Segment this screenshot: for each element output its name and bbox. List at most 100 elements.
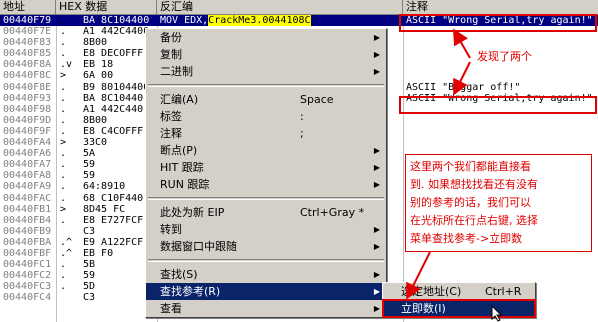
submenu-arrow-icon: ▶ [373, 287, 380, 296]
row-address: 00440FC3 [3, 281, 52, 293]
row-marker: . [60, 159, 67, 171]
row-marker: . [60, 15, 67, 26]
row-marker: . [60, 125, 67, 137]
row-hex: E8 DECOFFF [83, 48, 144, 60]
header-disasm[interactable]: 反汇编 [157, 0, 403, 14]
row-address: 00440F85 [3, 48, 52, 60]
menu-item-label: 二进制 [160, 65, 193, 78]
submenu-highlight-box [382, 299, 536, 318]
row-address: 00440FB4 [3, 214, 52, 226]
header-hex[interactable]: HEX 数据 [56, 0, 157, 14]
row-hex: BA 8C10440 [83, 92, 144, 104]
menu-item-shortcut: Space [300, 93, 334, 106]
row-hex: 33C0 [83, 137, 108, 149]
row-hex: 8D45 FC [83, 203, 126, 215]
row-hex: C3 [83, 225, 96, 237]
menu-item[interactable]: 断点(P) ▶ [146, 142, 386, 159]
row-marker: > [60, 137, 67, 149]
annotation-box [405, 154, 592, 252]
menu-item[interactable]: 注释; [146, 125, 386, 142]
row-address: 00440FA8 [3, 170, 52, 182]
mouse-cursor-icon [491, 305, 503, 322]
menu-item-label: 查看 [160, 302, 182, 315]
row-marker: . [60, 270, 67, 282]
menu-item-label: 注释 [160, 127, 182, 140]
row-marker: . [60, 37, 67, 49]
menu-item[interactable]: 汇编(A) Space [146, 91, 386, 108]
row-marker: . [60, 181, 67, 193]
row-address: 00440FBA [3, 236, 52, 248]
row-address: 00440F83 [3, 37, 52, 49]
row-hex: 5A [83, 148, 96, 160]
row-hex: E9 A122FCF [83, 236, 144, 248]
menu-item-shortcut: : [300, 110, 304, 123]
menu-item[interactable]: 二进制 ▶ [146, 63, 386, 80]
menu-item-label: 查找(S) [160, 268, 198, 281]
row-marker: . [60, 214, 67, 226]
row-marker: . [60, 81, 67, 93]
menu-item[interactable]: 查找参考(R) ▶ [146, 283, 386, 300]
row-marker: . [60, 92, 67, 104]
row-marker: . [60, 192, 67, 204]
row-hex: EB F0 [83, 247, 114, 259]
row-address: 00440F93 [3, 92, 52, 104]
submenu-item[interactable]: 选定地址(C) Ctrl+R [383, 283, 535, 300]
row-hex: 59 [83, 170, 96, 182]
row-hex: A1 442C4400 [83, 26, 150, 38]
submenu-arrow-icon: ▶ [373, 146, 380, 155]
row-address: 00440F8C [3, 70, 52, 82]
menu-item-label: 查找参考(R) [160, 285, 221, 298]
row-address: 00440FB9 [3, 225, 52, 237]
row-address: 00440FBF [3, 247, 52, 259]
menu-item[interactable]: 备份 ▶ [146, 29, 386, 46]
row-marker: .v [60, 59, 73, 71]
menu-item-label: 数据窗口中跟随 [160, 240, 237, 253]
row-disassembly: MOV EDX,CrackMe3.0044108C [160, 15, 311, 26]
comment-highlight-box [399, 14, 597, 32]
menu-item[interactable]: HIT 跟踪 ▶ [146, 159, 386, 176]
row-marker: . [60, 114, 67, 126]
row-address: 00440F9D [3, 114, 52, 126]
row-hex: E8 E727FCF [83, 214, 144, 226]
row-address: 00440FA6 [3, 148, 52, 160]
menu-item-label: 此处为新 EIP [160, 206, 225, 219]
menu-item-label: 复制 [160, 48, 182, 61]
menu-item[interactable]: 查看 ▶ [146, 300, 386, 317]
row-address: 00440F98 [3, 103, 52, 115]
row-address: 00440FB1 [3, 203, 52, 215]
submenu-arrow-icon: ▶ [373, 50, 380, 59]
row-hex: 6A 00 [83, 70, 114, 82]
row-hex: 5B [83, 259, 96, 271]
menu-item[interactable]: 数据窗口中跟随 ▶ [146, 238, 386, 255]
row-address: 00440F8E [3, 81, 52, 93]
menu-item[interactable]: 转到 ▶ [146, 221, 386, 238]
row-hex: BA 8C104400 [83, 15, 150, 26]
submenu-item-shortcut: Ctrl+R [485, 285, 522, 298]
menu-item-shortcut: ; [300, 127, 304, 140]
row-address: 00440FC4 [3, 292, 52, 304]
menu-item-shortcut: Ctrl+Gray * [300, 206, 365, 219]
row-address: 00440FA7 [3, 159, 52, 171]
menu-item[interactable]: RUN 跟踪 ▶ [146, 176, 386, 193]
menu-item[interactable]: 标签: [146, 108, 386, 125]
submenu-arrow-icon: ▶ [373, 33, 380, 42]
menu-item-label: 备份 [160, 31, 182, 44]
row-hex: 8B00 [83, 37, 108, 49]
menu-item-label: 断点(P) [160, 144, 198, 157]
disasm-highlight: CrackMe3.0044108C [208, 15, 311, 26]
row-marker: . [60, 148, 67, 160]
menu-item[interactable]: 查找(S) ▶ [146, 266, 386, 283]
menu-item[interactable]: 复制 ▶ [146, 46, 386, 63]
menu-item-label: 汇编(A) [160, 93, 199, 106]
header-address[interactable]: 地址 [0, 0, 56, 14]
submenu-item-label: 选定地址(C) [401, 285, 462, 298]
menu-item-label: RUN 跟踪 [160, 178, 210, 191]
menu-item[interactable]: 此处为新 EIP Ctrl+Gray * [146, 204, 386, 221]
header-comment[interactable]: 注释 [403, 0, 598, 14]
row-marker: > [60, 203, 67, 215]
row-address: 00440FC1 [3, 259, 52, 271]
menu-separator [148, 84, 384, 87]
row-marker: . [60, 170, 67, 182]
submenu-arrow-icon: ▶ [373, 270, 380, 279]
row-address: 00440FAC [3, 192, 52, 204]
